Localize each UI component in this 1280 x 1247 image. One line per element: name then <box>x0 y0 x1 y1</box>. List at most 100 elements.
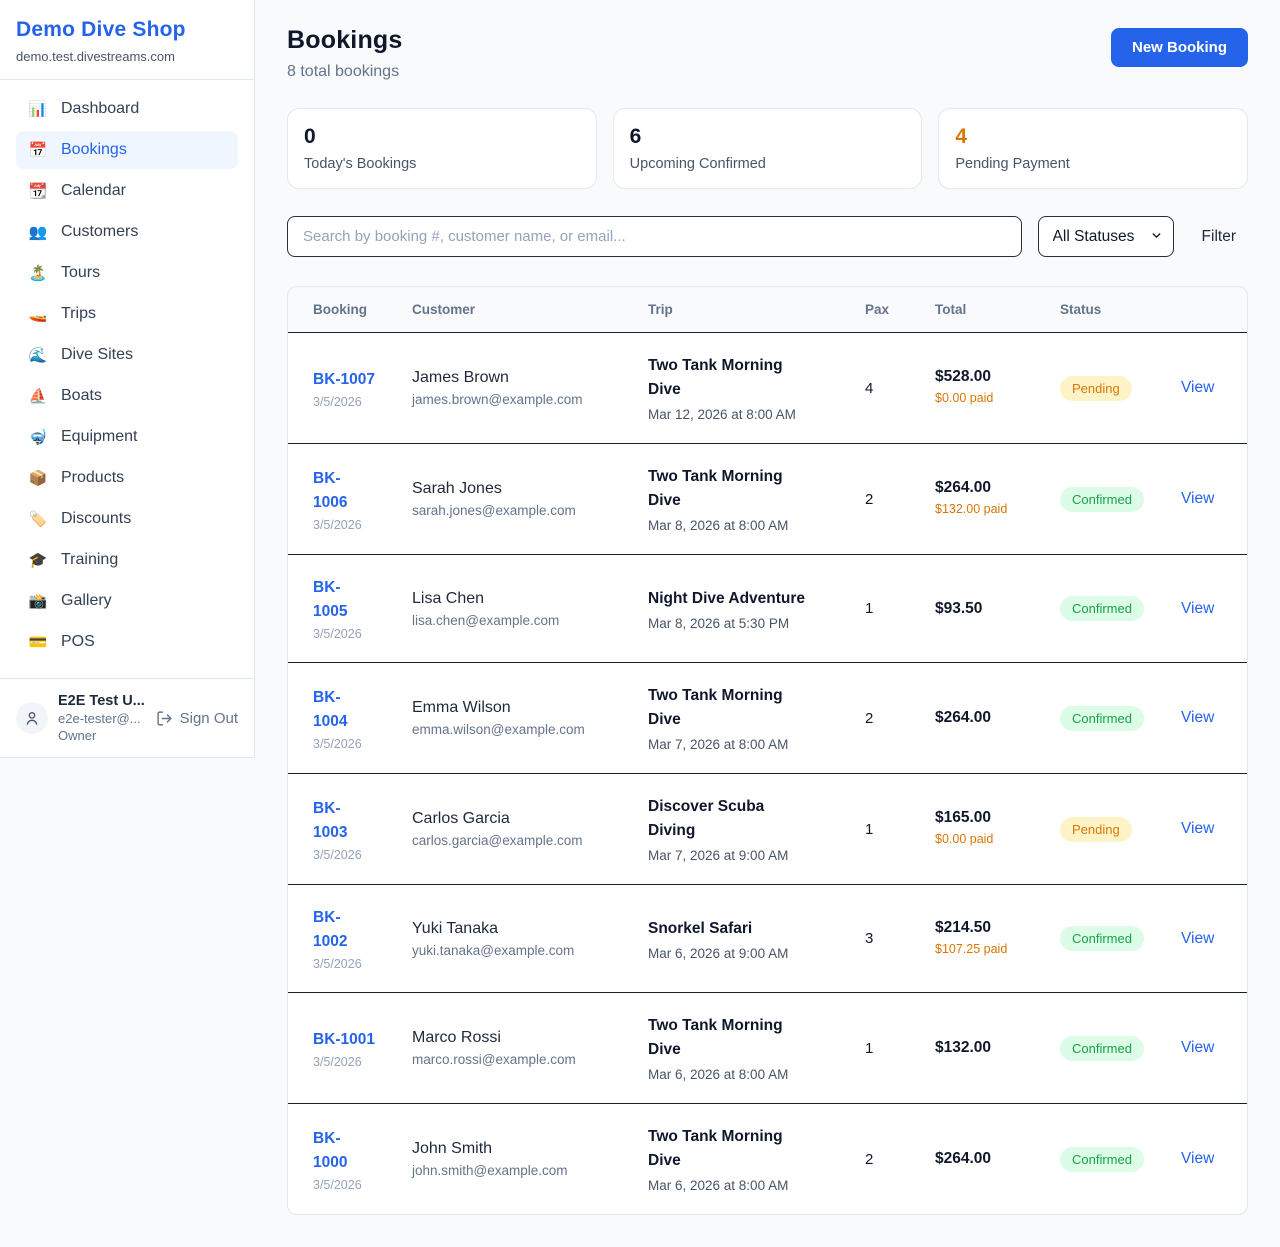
bookings-table-card: Booking Customer Trip Pax Total Status B… <box>287 286 1248 1215</box>
view-booking-link[interactable]: View <box>1181 600 1214 617</box>
booking-number-link[interactable]: BK-1001 <box>313 1028 375 1052</box>
booking-number-link[interactable]: BK-1007 <box>313 368 375 392</box>
customer-email: james.brown@example.com <box>412 392 624 407</box>
customer-name: Sarah Jones <box>412 480 624 498</box>
stat-label: Today's Bookings <box>304 156 580 172</box>
trip-datetime: Mar 7, 2026 at 8:00 AM <box>648 737 841 752</box>
table-row: BK- 1002 3/5/2026 Yuki Tanaka yuki.tanak… <box>288 885 1247 993</box>
view-booking-link[interactable]: View <box>1181 490 1214 507</box>
booking-date: 3/5/2026 <box>313 1055 388 1069</box>
customer-email: marco.rossi@example.com <box>412 1052 624 1067</box>
customer-name: Marco Rossi <box>412 1029 624 1047</box>
sidebar-item-tours[interactable]: 🏝️ Tours <box>16 254 238 292</box>
col-pax: Pax <box>853 287 923 333</box>
booking-number-link[interactable]: BK- 1002 <box>313 906 347 954</box>
view-booking-link[interactable]: View <box>1181 820 1214 837</box>
customer-email: sarah.jones@example.com <box>412 503 624 518</box>
sidebar-item-boats[interactable]: ⛵ Boats <box>16 377 238 415</box>
graduation-cap-icon: 🎓 <box>28 551 48 569</box>
view-booking-link[interactable]: View <box>1181 709 1214 726</box>
calendar-icon: 📅 <box>28 141 48 159</box>
total-amount: $528.00 <box>935 368 1036 386</box>
status-select-wrap: All Statuses <box>1038 216 1174 257</box>
sidebar-item-label: Calendar <box>61 182 126 200</box>
people-icon: 👥 <box>28 223 48 241</box>
avatar <box>16 702 48 734</box>
sidebar-item-label: Dive Sites <box>61 346 133 364</box>
booking-number-link[interactable]: BK- 1005 <box>313 576 347 624</box>
island-icon: 🏝️ <box>28 264 48 282</box>
page-title: Bookings <box>287 26 403 55</box>
customer-email: carlos.garcia@example.com <box>412 833 624 848</box>
sidebar-item-label: Customers <box>61 223 138 241</box>
pax-count: 1 <box>853 555 923 663</box>
person-icon <box>24 710 40 726</box>
filter-row: All Statuses Filter <box>287 216 1248 257</box>
view-booking-link[interactable]: View <box>1181 379 1214 396</box>
sidebar-item-calendar[interactable]: 📆 Calendar <box>16 172 238 210</box>
bar-chart-icon: 📊 <box>28 100 48 118</box>
status-badge: Confirmed <box>1060 926 1144 951</box>
view-booking-link[interactable]: View <box>1181 1150 1214 1167</box>
trip-name: Night Dive Adventure <box>648 587 841 611</box>
stat-value: 0 <box>304 125 580 149</box>
total-amount: $93.50 <box>935 600 1036 618</box>
view-booking-link[interactable]: View <box>1181 1039 1214 1056</box>
new-booking-button[interactable]: New Booking <box>1111 28 1248 67</box>
stat-value: 6 <box>630 125 906 149</box>
sidebar-item-products[interactable]: 📦 Products <box>16 459 238 497</box>
trip-name: Two Tank Morning Dive <box>648 1125 841 1173</box>
trip-datetime: Mar 7, 2026 at 9:00 AM <box>648 848 841 863</box>
sidebar-item-trips[interactable]: 🚤 Trips <box>16 295 238 333</box>
page-header: Bookings 8 total bookings New Booking <box>287 26 1248 81</box>
status-filter-select[interactable]: All Statuses <box>1038 216 1174 257</box>
booking-number-link[interactable]: BK- 1004 <box>313 686 347 734</box>
sidebar-item-customers[interactable]: 👥 Customers <box>16 213 238 251</box>
sign-out-button[interactable]: Sign Out <box>156 710 238 727</box>
status-badge: Confirmed <box>1060 1147 1144 1172</box>
sidebar-item-pos[interactable]: 💳 POS <box>16 623 238 661</box>
booking-number-link[interactable]: BK- 1000 <box>313 1127 347 1175</box>
trip-datetime: Mar 6, 2026 at 8:00 AM <box>648 1178 841 1193</box>
sidebar-item-training[interactable]: 🎓 Training <box>16 541 238 579</box>
trip-datetime: Mar 6, 2026 at 9:00 AM <box>648 946 841 961</box>
filter-button[interactable]: Filter <box>1190 228 1248 246</box>
sidebar-item-label: Discounts <box>61 510 131 528</box>
customer-email: emma.wilson@example.com <box>412 722 624 737</box>
sidebar-item-label: Dashboard <box>61 100 139 118</box>
customer-email: yuki.tanaka@example.com <box>412 943 624 958</box>
view-booking-link[interactable]: View <box>1181 930 1214 947</box>
table-row: BK- 1005 3/5/2026 Lisa Chen lisa.chen@ex… <box>288 555 1247 663</box>
calendar-page-icon: 📆 <box>28 182 48 200</box>
col-booking: Booking <box>288 287 400 333</box>
sidebar-item-gallery[interactable]: 📸 Gallery <box>16 582 238 620</box>
camera-icon: 📸 <box>28 592 48 610</box>
page-title-block: Bookings 8 total bookings <box>287 26 403 81</box>
booking-date: 3/5/2026 <box>313 518 388 532</box>
trip-datetime: Mar 8, 2026 at 5:30 PM <box>648 616 841 631</box>
table-row: BK- 1006 3/5/2026 Sarah Jones sarah.jone… <box>288 444 1247 555</box>
status-badge: Pending <box>1060 376 1132 401</box>
total-amount: $264.00 <box>935 479 1036 497</box>
sidebar-item-equipment[interactable]: 🤿 Equipment <box>16 418 238 456</box>
booking-date: 3/5/2026 <box>313 737 388 751</box>
booking-number-link[interactable]: BK- 1006 <box>313 467 347 515</box>
sidebar-item-bookings[interactable]: 📅 Bookings <box>16 131 238 169</box>
sidebar-item-discounts[interactable]: 🏷️ Discounts <box>16 500 238 538</box>
sign-out-label: Sign Out <box>180 710 238 727</box>
status-badge: Confirmed <box>1060 487 1144 512</box>
sidebar-item-dive-sites[interactable]: 🌊 Dive Sites <box>16 336 238 374</box>
wave-icon: 🌊 <box>28 346 48 364</box>
pax-count: 4 <box>853 333 923 444</box>
page-subtitle: 8 total bookings <box>287 63 403 81</box>
total-amount: $132.00 <box>935 1039 1036 1057</box>
booking-date: 3/5/2026 <box>313 1178 388 1192</box>
brand-block: Demo Dive Shop demo.test.divestreams.com <box>0 0 254 80</box>
booking-number-link[interactable]: BK- 1003 <box>313 797 347 845</box>
logout-icon <box>156 710 173 727</box>
shop-name: Demo Dive Shop <box>16 18 238 42</box>
app: Demo Dive Shop demo.test.divestreams.com… <box>0 0 1280 1247</box>
pax-count: 2 <box>853 444 923 555</box>
search-input[interactable] <box>287 216 1022 257</box>
sidebar-item-dashboard[interactable]: 📊 Dashboard <box>16 90 238 128</box>
